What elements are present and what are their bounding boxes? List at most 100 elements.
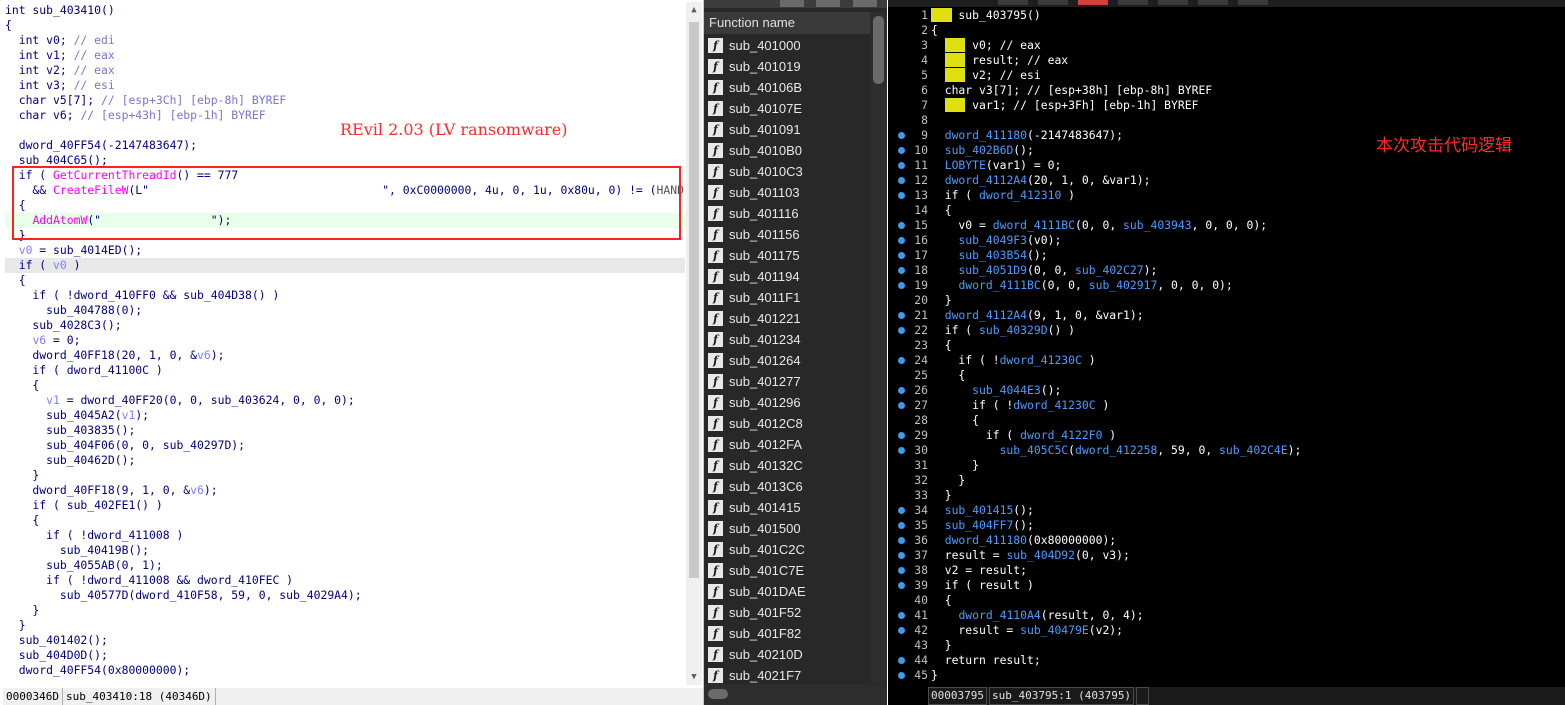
breakpoint-dot-icon[interactable] xyxy=(898,582,905,589)
breakpoint-dot-icon[interactable] xyxy=(898,222,905,229)
left-code-line[interactable]: sub_404D0D(); xyxy=(5,648,685,663)
left-code-line[interactable]: { xyxy=(5,273,685,288)
function-list-item[interactable]: f sub_401194 xyxy=(704,266,870,287)
right-code-line[interactable]: 20 } xyxy=(888,293,1565,308)
function-list-item[interactable]: f sub_401264 xyxy=(704,350,870,371)
right-code-line[interactable]: 27 if ( !dword_41230C ) xyxy=(888,398,1565,413)
right-code-line[interactable]: 1 int sub_403795() xyxy=(888,8,1565,23)
left-code-line[interactable]: int sub_403410() xyxy=(5,3,685,18)
left-code-line[interactable]: sub_4045A2(v1); xyxy=(5,408,685,423)
breakpoint-dot-icon[interactable] xyxy=(898,177,905,184)
function-list-item[interactable]: f sub_401F82 xyxy=(704,623,870,644)
toolbar-tab[interactable] xyxy=(1158,0,1188,5)
right-code-line[interactable]: 35 sub_404FF7(); xyxy=(888,518,1565,533)
breakpoint-dot-icon[interactable] xyxy=(898,612,905,619)
right-code-line[interactable]: 18 sub_4051D9(0, 0, sub_402C27); xyxy=(888,263,1565,278)
right-code-view[interactable]: 1 int sub_403795() 2{3 int v0; // eax 4 int… xyxy=(888,8,1565,686)
left-code-line[interactable]: sub_404788(0); xyxy=(5,303,685,318)
scroll-up-arrow-icon[interactable]: ▲ xyxy=(686,2,702,18)
function-list-item[interactable]: f sub_401296 xyxy=(704,392,870,413)
breakpoint-dot-icon[interactable] xyxy=(898,327,905,334)
right-code-line[interactable]: 30 sub_405C5C(dword_412258, 59, 0, sub_4… xyxy=(888,443,1565,458)
left-code-line[interactable]: sub_40462D(); xyxy=(5,453,685,468)
right-code-line[interactable]: 41 dword_4110A4(result, 0, 4); xyxy=(888,608,1565,623)
left-code-line[interactable]: if ( !dword_411008 ) xyxy=(5,528,685,543)
function-list-item[interactable]: f sub_401500 xyxy=(704,518,870,539)
right-code-line[interactable]: 34 sub_401415(); xyxy=(888,503,1565,518)
function-list-item[interactable]: f sub_401C7E xyxy=(704,560,870,581)
right-code-line[interactable]: 11 LOBYTE(var1) = 0; xyxy=(888,158,1565,173)
function-list-item[interactable]: f sub_4021F7 xyxy=(704,665,870,683)
breakpoint-dot-icon[interactable] xyxy=(898,447,905,454)
left-code-line[interactable]: if ( v0 ) xyxy=(5,258,685,273)
right-code-line[interactable]: 13 if ( dword_412310 ) xyxy=(888,188,1565,203)
toolbar-tab[interactable] xyxy=(1038,0,1068,5)
right-code-line[interactable]: 32 } xyxy=(888,473,1565,488)
left-code-line[interactable]: if ( sub_402FE1() ) xyxy=(5,498,685,513)
left-code-line[interactable]: { xyxy=(5,513,685,528)
right-code-line[interactable]: 22 if ( sub_40329D() ) xyxy=(888,323,1565,338)
function-name-column-header[interactable]: Function name xyxy=(704,12,870,34)
toolbar-tab[interactable] xyxy=(1118,0,1148,5)
function-list-item[interactable]: f sub_401000 xyxy=(704,35,870,56)
left-code-line[interactable]: if ( !dword_411008 && dword_410FEC ) xyxy=(5,573,685,588)
right-code-line[interactable]: 43 } xyxy=(888,638,1565,653)
right-code-line[interactable]: 28 { xyxy=(888,413,1565,428)
right-code-line[interactable]: 25 { xyxy=(888,368,1565,383)
breakpoint-dot-icon[interactable] xyxy=(898,132,905,139)
right-code-line[interactable]: 29 if ( dword_4122F0 ) xyxy=(888,428,1565,443)
breakpoint-dot-icon[interactable] xyxy=(898,282,905,289)
function-list-item[interactable]: f sub_401277 xyxy=(704,371,870,392)
left-code-line[interactable]: int v2; // eax xyxy=(5,63,685,78)
function-list-item[interactable]: f sub_4013C6 xyxy=(704,476,870,497)
left-code-line[interactable]: sub_403835(); xyxy=(5,423,685,438)
function-list-item[interactable]: f sub_4011F1 xyxy=(704,287,870,308)
function-list-item[interactable]: f sub_401103 xyxy=(704,182,870,203)
functions-hscroll-thumb[interactable] xyxy=(708,689,728,699)
left-code-line[interactable]: sub_4028C3(); xyxy=(5,318,685,333)
left-code-line[interactable]: int v1; // eax xyxy=(5,48,685,63)
right-code-line[interactable]: 4 int result; // eax xyxy=(888,53,1565,68)
right-code-line[interactable]: 19 dword_4111BC(0, 0, sub_402917, 0, 0, … xyxy=(888,278,1565,293)
function-list-item[interactable]: f sub_40210D xyxy=(704,644,870,665)
function-list-item[interactable]: f sub_401F52 xyxy=(704,602,870,623)
function-list-item[interactable]: f sub_401C2C xyxy=(704,539,870,560)
breakpoint-dot-icon[interactable] xyxy=(898,507,905,514)
function-list[interactable]: f sub_401000 f sub_401019 f sub_40106B f sub_40… xyxy=(704,35,870,683)
left-code-view[interactable]: int sub_403410(){ int v0; // edi int v1;… xyxy=(5,3,685,685)
right-code-line[interactable]: 15 v0 = dword_4111BC(0, 0, sub_403943, 0… xyxy=(888,218,1565,233)
right-code-line[interactable]: 16 sub_4049F3(v0); xyxy=(888,233,1565,248)
function-list-item[interactable]: f sub_401234 xyxy=(704,329,870,350)
breakpoint-dot-icon[interactable] xyxy=(898,147,905,154)
right-code-line[interactable]: 14 { xyxy=(888,203,1565,218)
left-code-line[interactable]: sub_404F06(0, 0, sub_40297D); xyxy=(5,438,685,453)
left-code-line[interactable]: if ( !dword_410FF0 && sub_404D38() ) xyxy=(5,288,685,303)
right-code-line[interactable]: 33 } xyxy=(888,488,1565,503)
left-code-line[interactable]: dword_40FF54(0x80000000); xyxy=(5,663,685,678)
breakpoint-dot-icon[interactable] xyxy=(898,627,905,634)
toolbar-tab[interactable] xyxy=(1238,0,1268,5)
left-code-line[interactable]: dword_40FF54(-2147483647); xyxy=(5,138,685,153)
right-code-line[interactable]: 45} xyxy=(888,668,1565,683)
breakpoint-dot-icon[interactable] xyxy=(898,357,905,364)
function-list-item[interactable]: f sub_40107E xyxy=(704,98,870,119)
right-code-line[interactable]: 40 { xyxy=(888,593,1565,608)
left-code-line[interactable]: dword_40FF18(9, 1, 0, &v6); xyxy=(5,483,685,498)
left-code-line[interactable]: sub_401402(); xyxy=(5,633,685,648)
breakpoint-dot-icon[interactable] xyxy=(898,552,905,559)
function-list-item[interactable]: f sub_4012FA xyxy=(704,434,870,455)
function-list-item[interactable]: f sub_40106B xyxy=(704,77,870,98)
breakpoint-dot-icon[interactable] xyxy=(898,252,905,259)
scroll-down-arrow-icon[interactable]: ▼ xyxy=(686,669,702,685)
left-code-line[interactable]: { xyxy=(5,18,685,33)
right-code-line[interactable]: 8 xyxy=(888,113,1565,128)
breakpoint-dot-icon[interactable] xyxy=(898,537,905,544)
left-code-line[interactable]: int v0; // edi xyxy=(5,33,685,48)
left-code-line[interactable]: { xyxy=(5,378,685,393)
left-code-line[interactable]: char v5[7]; // [esp+3Ch] [ebp-8h] BYREF xyxy=(5,93,685,108)
right-code-line[interactable]: 36 dword_411180(0x80000000); xyxy=(888,533,1565,548)
breakpoint-dot-icon[interactable] xyxy=(898,522,905,529)
functions-horizontal-scrollbar[interactable] xyxy=(704,684,887,705)
right-code-line[interactable]: 17 sub_403B54(); xyxy=(888,248,1565,263)
toolbar-tab[interactable] xyxy=(1078,0,1108,5)
